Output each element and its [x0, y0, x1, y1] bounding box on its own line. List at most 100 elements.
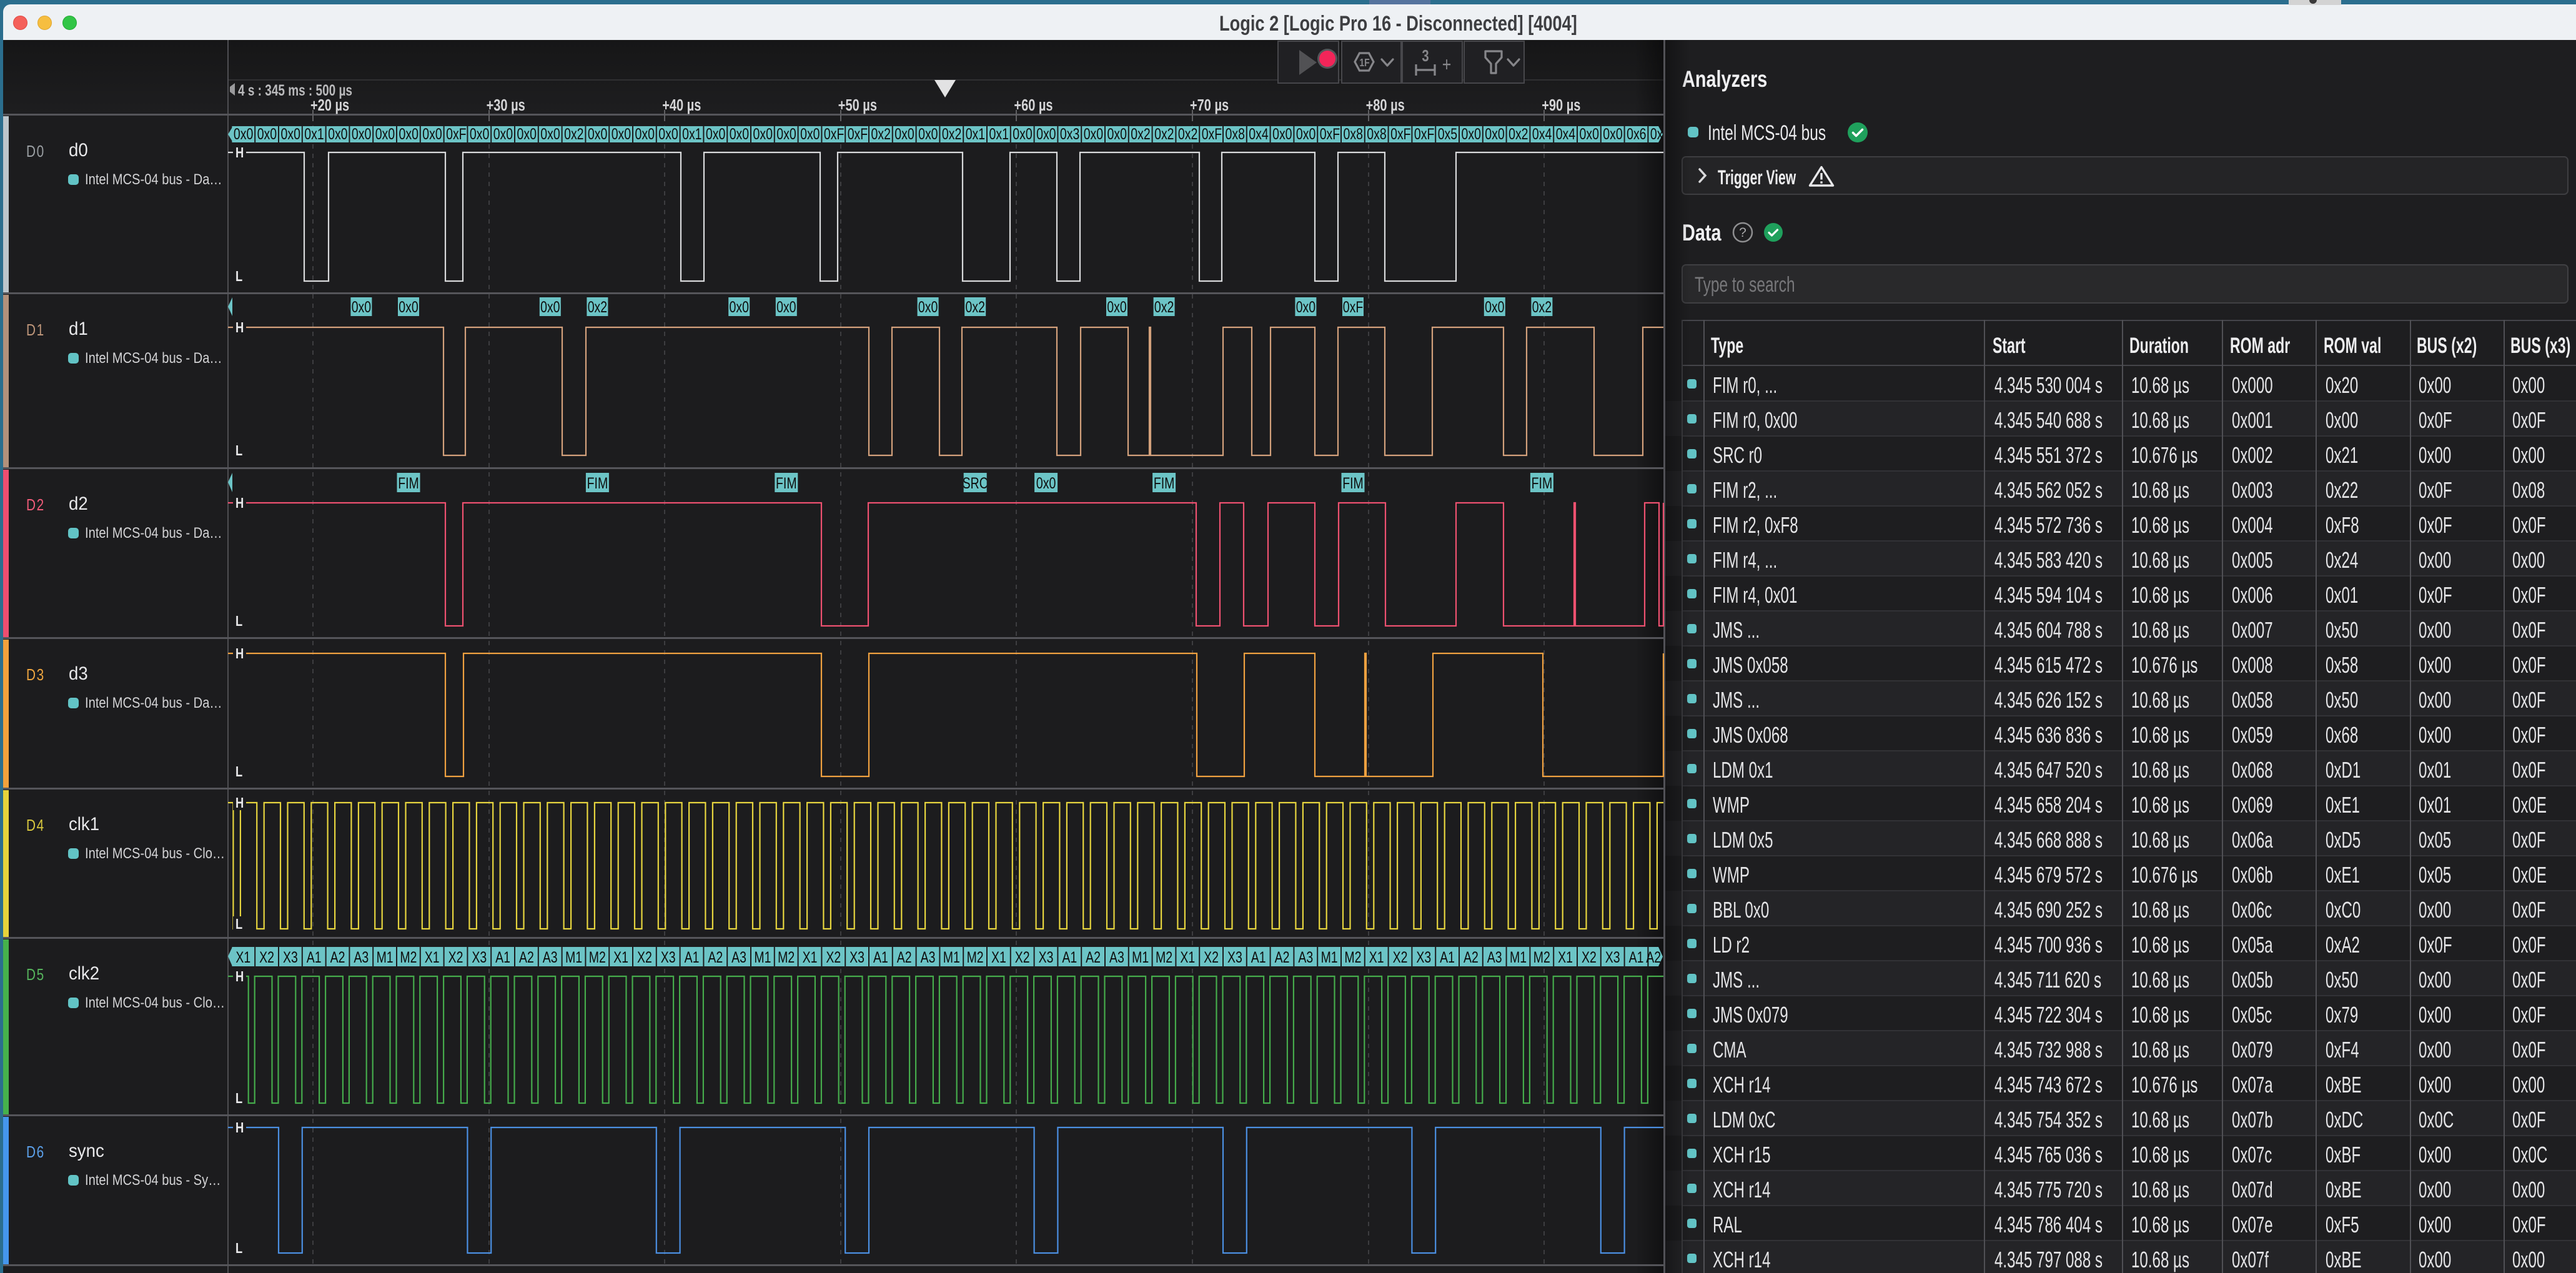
svg-text:0x8: 0x8	[1226, 126, 1245, 143]
svg-text:H: H	[235, 1120, 244, 1136]
svg-text:M1: M1	[943, 949, 960, 966]
svg-text:0x0: 0x0	[612, 126, 631, 143]
svg-text:0x0: 0x0	[918, 126, 938, 143]
svg-text:H: H	[235, 320, 244, 335]
svg-text:0x4: 0x4	[1556, 126, 1575, 143]
svg-text:X3: X3	[1039, 949, 1054, 966]
svg-text:X3: X3	[472, 949, 487, 966]
svg-text:+: +	[1442, 54, 1452, 76]
svg-text:X2: X2	[259, 949, 274, 966]
svg-text:A3: A3	[1109, 949, 1124, 966]
svg-text:0x0: 0x0	[1036, 126, 1056, 143]
svg-text:X2: X2	[826, 949, 841, 966]
svg-text:0x0: 0x0	[658, 126, 678, 143]
svg-text:X3: X3	[850, 949, 864, 966]
svg-text:X1: X1	[235, 949, 250, 966]
svg-text:+70 µs: +70 µs	[1190, 96, 1229, 114]
svg-text:0x0: 0x0	[918, 299, 938, 316]
svg-text:A2: A2	[1275, 949, 1290, 966]
svg-text:0x5: 0x5	[1438, 126, 1457, 143]
svg-text:0x4: 0x4	[1532, 126, 1552, 143]
svg-text:0x0: 0x0	[1272, 126, 1292, 143]
svg-text:M2: M2	[1156, 949, 1172, 966]
svg-text:A3: A3	[354, 949, 369, 966]
svg-text:X2: X2	[1204, 949, 1219, 966]
svg-text:M2: M2	[778, 949, 795, 966]
svg-text:M2: M2	[967, 949, 984, 966]
svg-text:SRC: SRC	[963, 475, 988, 492]
svg-text:0x2: 0x2	[1154, 299, 1174, 316]
svg-text:0x1: 0x1	[989, 126, 1009, 143]
svg-text:X3: X3	[283, 949, 298, 966]
svg-text:0x0: 0x0	[352, 299, 371, 316]
svg-text:A3: A3	[921, 949, 936, 966]
svg-text:0x2: 0x2	[871, 126, 891, 143]
svg-text:0x0: 0x0	[1107, 299, 1126, 316]
svg-text:0x0: 0x0	[375, 126, 395, 143]
svg-text:0x0: 0x0	[706, 126, 725, 143]
svg-text:+20 µs: +20 µs	[310, 96, 349, 114]
svg-text:FIM: FIM	[1154, 475, 1175, 492]
svg-text:L: L	[235, 1091, 242, 1106]
svg-text:X1: X1	[1369, 949, 1384, 966]
svg-text:X1: X1	[425, 949, 440, 966]
svg-text:L: L	[235, 1241, 242, 1256]
svg-text:0x2: 0x2	[1532, 299, 1552, 316]
svg-text:X3: X3	[1227, 949, 1242, 966]
svg-text:A2: A2	[1464, 949, 1479, 966]
svg-text:0x0: 0x0	[776, 299, 796, 316]
svg-text:0x2: 0x2	[1178, 126, 1197, 143]
svg-text:A3: A3	[543, 949, 558, 966]
svg-text:L: L	[235, 764, 242, 780]
svg-text:0x4: 0x4	[1249, 126, 1268, 143]
svg-text:M1: M1	[754, 949, 771, 966]
svg-text:A3: A3	[1487, 949, 1502, 966]
svg-text:+50 µs: +50 µs	[838, 96, 877, 114]
svg-text:X2: X2	[448, 949, 463, 966]
svg-text:X3: X3	[1416, 949, 1431, 966]
svg-text:0x0: 0x0	[1485, 299, 1504, 316]
svg-text:+40 µs: +40 µs	[662, 96, 701, 114]
svg-text:FIM: FIM	[776, 475, 797, 492]
svg-text:X3: X3	[661, 949, 676, 966]
svg-text:0x0: 0x0	[753, 126, 773, 143]
svg-text:A3: A3	[1298, 949, 1313, 966]
svg-text:0x0: 0x0	[1036, 475, 1056, 492]
svg-text:0x0: 0x0	[800, 126, 820, 143]
svg-text:M2: M2	[589, 949, 606, 966]
svg-text:0x2: 0x2	[1154, 126, 1174, 143]
svg-text:0x0: 0x0	[1107, 126, 1127, 143]
svg-text:0x2: 0x2	[1131, 126, 1150, 143]
svg-text:0x0: 0x0	[540, 299, 560, 316]
svg-text:0xF: 0xF	[1202, 126, 1222, 143]
svg-text:X1: X1	[991, 949, 1006, 966]
svg-text:0x0: 0x0	[894, 126, 914, 143]
svg-text:0x2: 0x2	[588, 299, 607, 316]
svg-text:0x2: 0x2	[942, 126, 961, 143]
svg-text:X1: X1	[1558, 949, 1573, 966]
svg-text:H: H	[235, 145, 244, 161]
svg-text:0x1: 0x1	[682, 126, 701, 143]
svg-text:X2: X2	[1015, 949, 1030, 966]
svg-text:A1: A1	[873, 949, 888, 966]
svg-text:M2: M2	[400, 949, 417, 966]
svg-text:M1: M1	[565, 949, 582, 966]
svg-text:A1: A1	[1629, 949, 1644, 966]
svg-text:0x0: 0x0	[352, 126, 371, 143]
svg-text:0x8: 0x8	[1367, 126, 1386, 143]
svg-text:A1: A1	[1062, 949, 1077, 966]
svg-text:0x6: 0x6	[1627, 126, 1646, 143]
svg-text:+30 µs: +30 µs	[487, 96, 525, 114]
svg-text:+90 µs: +90 µs	[1542, 96, 1580, 114]
svg-text:H: H	[235, 795, 244, 811]
svg-text:0xF: 0xF	[1390, 126, 1410, 143]
svg-text:FIM: FIM	[1532, 475, 1553, 492]
svg-text:1F: 1F	[1359, 56, 1369, 69]
svg-text:X3: X3	[1605, 949, 1620, 966]
svg-text:3: 3	[1422, 47, 1429, 65]
svg-text:A1: A1	[307, 949, 322, 966]
svg-text:0x0: 0x0	[1084, 126, 1103, 143]
svg-text:0x0: 0x0	[328, 126, 347, 143]
svg-text:H: H	[235, 969, 244, 984]
svg-text:X1: X1	[803, 949, 818, 966]
